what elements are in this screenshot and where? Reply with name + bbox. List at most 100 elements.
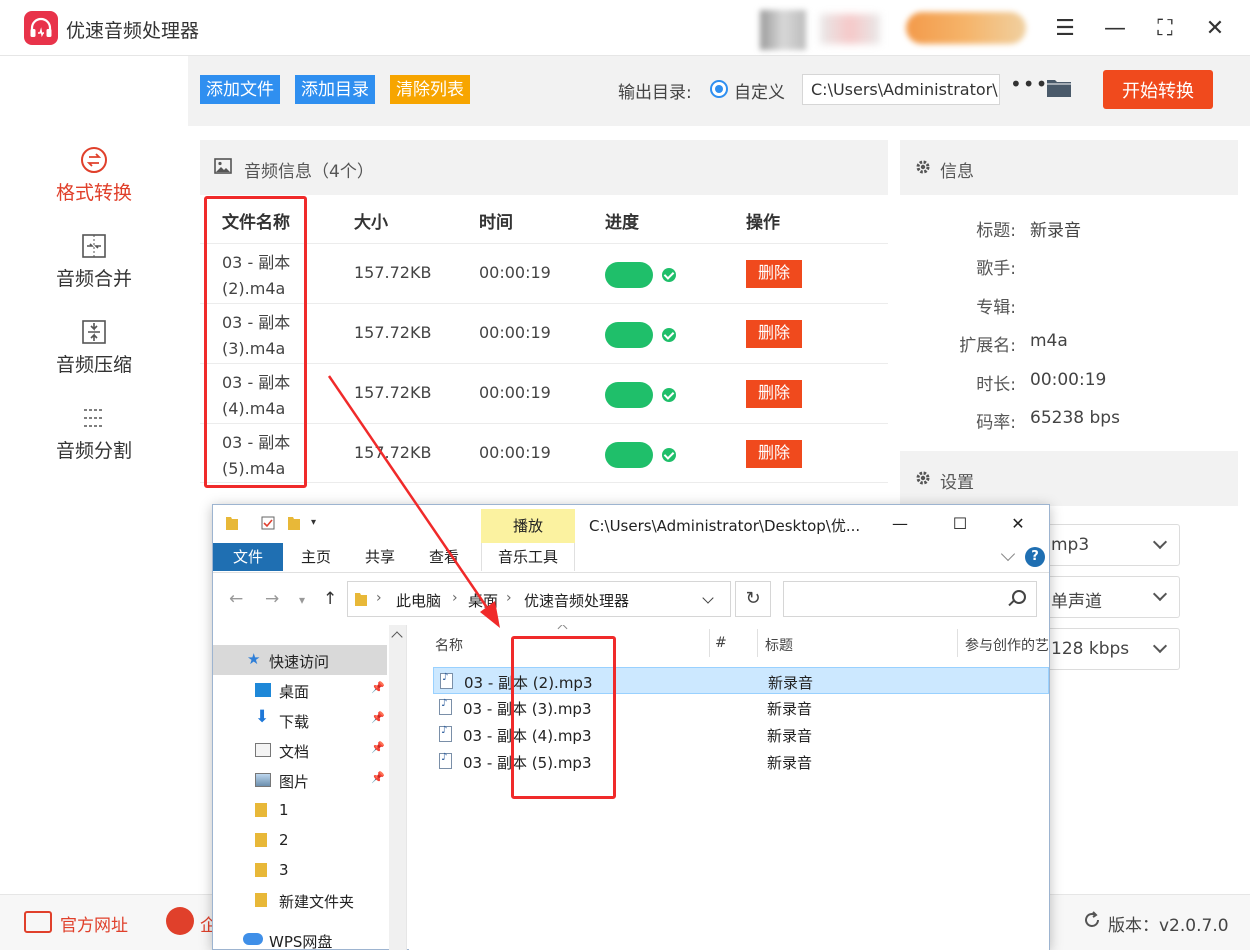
done-check-icon [662, 268, 676, 282]
column-divider[interactable] [957, 629, 958, 657]
properties-check-icon[interactable] [261, 515, 275, 531]
scroll-up-icon[interactable] [391, 631, 403, 643]
delete-button[interactable]: 删除 [746, 260, 802, 288]
play-context-tab[interactable]: 播放 [481, 509, 575, 543]
mp3-file-icon [439, 698, 452, 715]
nav-item-desktop[interactable]: 桌面 📌 [213, 675, 387, 705]
custom-output-label: 自定义 [734, 83, 785, 103]
help-icon[interactable]: ? [1025, 547, 1045, 567]
cloud-icon [243, 933, 263, 945]
delete-button[interactable]: 删除 [746, 380, 802, 408]
ribbon-expand-icon[interactable] [1000, 546, 1016, 562]
progress-pill [605, 322, 653, 348]
chevron-down-icon[interactable] [702, 592, 714, 604]
info-row-extension: 扩展名: m4a [900, 331, 1238, 356]
nav-scrollbar[interactable] [389, 625, 406, 950]
toolbar: 添加文件 添加目录 清除列表 输出目录: 自定义 C:\Users\Admini… [188, 56, 1250, 126]
menu-icon[interactable]: ☰ [1050, 14, 1080, 42]
nav-item-folder-3[interactable]: 3 [213, 855, 387, 885]
column-header-artists[interactable]: 参与创作的艺 [965, 635, 1049, 655]
refresh-version-icon[interactable] [1082, 910, 1102, 930]
tab-share[interactable]: 共享 [355, 543, 405, 571]
quick-access-dropdown-icon[interactable]: ▾ [311, 517, 325, 533]
pin-icon[interactable]: 📌 [371, 741, 385, 754]
address-bar[interactable]: › 此电脑 › 桌面 › 优速音频处理器 [347, 581, 731, 617]
close-icon[interactable]: ✕ [1007, 513, 1029, 535]
column-header-number[interactable]: # [715, 635, 727, 651]
forward-arrow-icon[interactable]: → [265, 589, 279, 609]
breadcrumb-separator: › [506, 590, 512, 606]
sidebar: 格式转换 音频合并 音频压缩 音频分割 [0, 56, 188, 894]
nav-item-downloads[interactable]: ⬇ 下载 📌 [213, 705, 387, 735]
sidebar-item-compress[interactable]: 音频压缩 [0, 318, 188, 377]
nav-item-label: 快速访问 [269, 653, 330, 671]
split-icon [84, 409, 104, 427]
progress-pill [605, 442, 653, 468]
file-explorer-window: ▾ 播放 C:\Users\Administrator\Desktop\优...… [212, 504, 1050, 950]
breadcrumb-separator: › [452, 590, 458, 606]
up-arrow-icon[interactable]: ↑ [323, 589, 337, 609]
file-time-cell: 00:00:19 [479, 443, 551, 462]
file-title: 新录音 [767, 700, 813, 718]
custom-output-radio[interactable] [710, 80, 728, 98]
new-folder-icon[interactable] [287, 515, 301, 531]
sidebar-item-split[interactable]: 音频分割 [0, 404, 188, 463]
tab-view[interactable]: 查看 [419, 543, 469, 571]
audio-list-title: 音频信息（4个） [244, 162, 374, 182]
pin-icon[interactable]: 📌 [371, 771, 385, 784]
output-path-field[interactable]: C:\Users\Administrator\ [802, 74, 1000, 105]
nav-item-label: 3 [279, 861, 289, 879]
sidebar-item-format-convert[interactable]: 格式转换 [0, 146, 188, 205]
nav-item-quick-access[interactable]: ★ 快速访问 [213, 645, 387, 675]
file-size-cell: 157.72KB [354, 383, 432, 402]
sidebar-item-merge[interactable]: 音频合并 [0, 232, 188, 291]
delete-button[interactable]: 删除 [746, 440, 802, 468]
info-key: 歌手: [976, 259, 1016, 279]
close-icon[interactable]: ✕ [1200, 14, 1230, 42]
breadcrumb-this-pc[interactable]: 此电脑 [396, 590, 441, 611]
breadcrumb-desktop[interactable]: 桌面 [468, 590, 498, 611]
maximize-icon[interactable]: ⛶ [1150, 14, 1180, 42]
search-input[interactable] [783, 581, 1037, 617]
pin-icon[interactable]: 📌 [371, 681, 385, 694]
info-row-artist: 歌手: [900, 254, 1238, 279]
settings-header: 设置 [900, 451, 1238, 506]
nav-item-documents[interactable]: 文档 📌 [213, 735, 387, 765]
nav-item-folder-1[interactable]: 1 [213, 795, 387, 825]
open-folder-icon[interactable] [1046, 75, 1072, 99]
file-title: 新录音 [767, 754, 813, 772]
recent-dropdown-icon[interactable]: ▾ [299, 593, 305, 607]
browse-more-button[interactable]: ••• [1010, 72, 1048, 96]
delete-button[interactable]: 删除 [746, 320, 802, 348]
column-divider[interactable] [709, 629, 710, 657]
back-arrow-icon[interactable]: ← [229, 589, 243, 609]
official-site-link[interactable]: 官方网址 [60, 911, 128, 936]
add-file-button[interactable]: 添加文件 [200, 75, 280, 104]
tab-home[interactable]: 主页 [291, 543, 341, 571]
info-key: 专辑: [976, 298, 1016, 318]
column-header-title[interactable]: 标题 [765, 635, 793, 655]
clear-list-button[interactable]: 清除列表 [390, 75, 470, 104]
column-divider[interactable] [757, 629, 758, 657]
nav-item-new-folder[interactable]: 新建文件夹 [213, 885, 387, 915]
column-header-name[interactable]: 名称 [435, 635, 463, 655]
minimize-icon[interactable]: — [1100, 14, 1130, 42]
star-icon: ★ [247, 650, 261, 668]
nav-item-folder-2[interactable]: 2 [213, 825, 387, 855]
refresh-button[interactable]: ↻ [735, 581, 771, 617]
channel-value: 单声道 [1051, 592, 1102, 612]
maximize-icon[interactable]: ☐ [949, 513, 971, 535]
minimize-icon[interactable]: — [889, 513, 911, 535]
breadcrumb-app-folder[interactable]: 优速音频处理器 [524, 590, 629, 611]
tab-file[interactable]: 文件 [213, 543, 283, 571]
start-convert-button[interactable]: 开始转换 [1103, 70, 1213, 109]
nav-item-wps-cloud[interactable]: WPS网盘 [213, 925, 387, 950]
nav-item-pictures[interactable]: 图片 📌 [213, 765, 387, 795]
chevron-down-icon [1152, 586, 1168, 602]
info-key: 扩展名: [959, 336, 1016, 356]
tab-music-tools[interactable]: 音乐工具 [481, 543, 575, 571]
add-directory-button[interactable]: 添加目录 [295, 75, 375, 104]
pin-icon[interactable]: 📌 [371, 711, 385, 724]
info-title: 信息 [940, 162, 974, 182]
blurred-vip-badge[interactable] [906, 12, 1026, 44]
